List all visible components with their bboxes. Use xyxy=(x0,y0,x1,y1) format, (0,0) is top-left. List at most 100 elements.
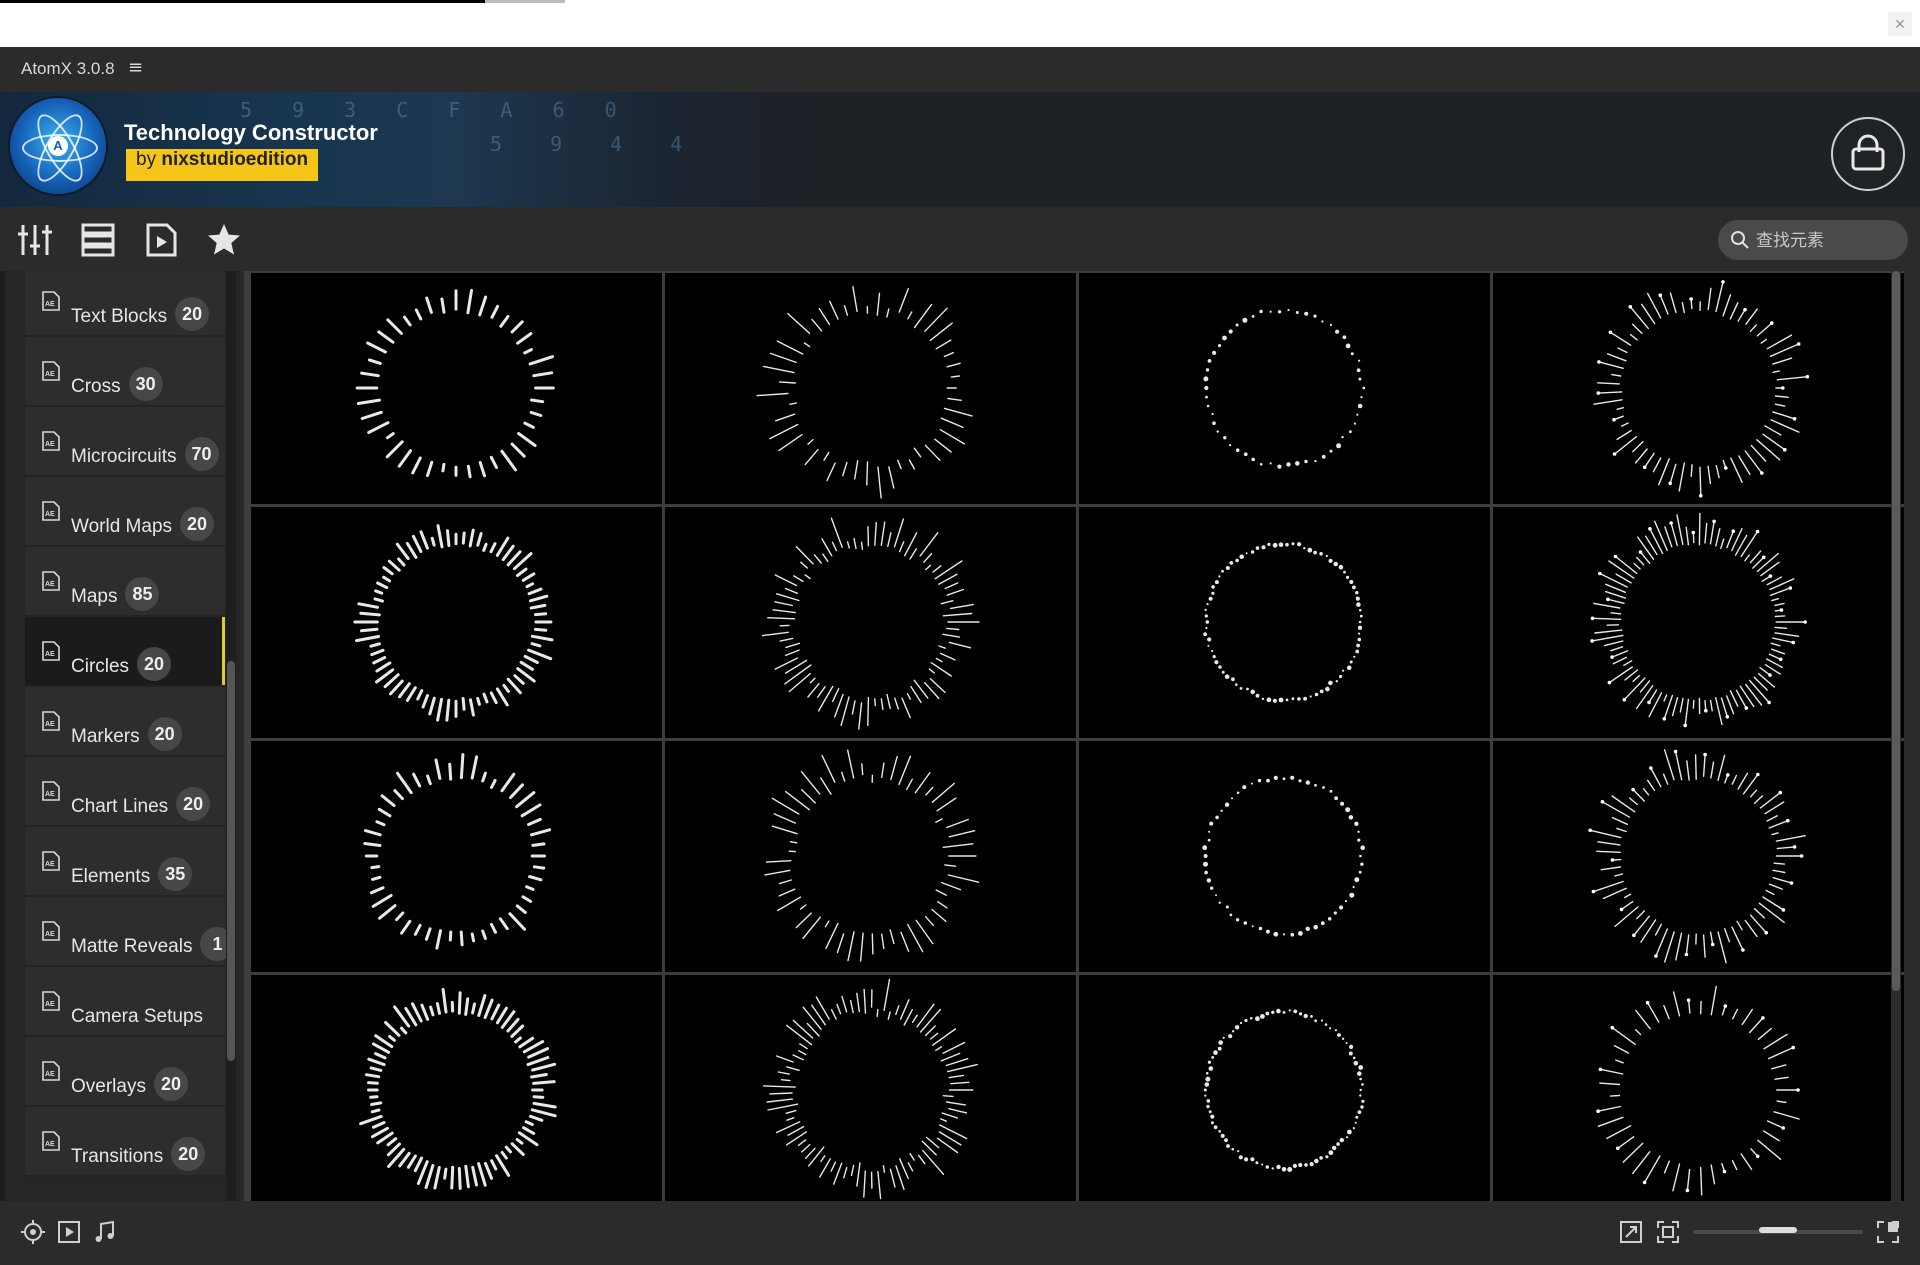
sliders-icon[interactable] xyxy=(17,222,53,258)
banner-decor-digits: 5 9 3 C F A 6 0 xyxy=(240,98,631,122)
sidebar-item-world-maps[interactable]: AE World Maps 20 xyxy=(25,477,225,547)
preview-tile[interactable] xyxy=(665,975,1076,1201)
target-view-icon[interactable] xyxy=(20,1219,46,1245)
ae-file-icon: AE xyxy=(42,1131,60,1151)
sidebar-item-label: Overlays xyxy=(71,1076,146,1097)
author-tag[interactable]: by nixstudioedition xyxy=(126,149,319,181)
sidebar-item-maps[interactable]: AE Maps 85 xyxy=(25,547,225,617)
preview-tile[interactable] xyxy=(1079,975,1490,1201)
preview-tile[interactable] xyxy=(1493,273,1904,504)
sidebar-item-text-blocks[interactable]: AE Text Blocks 20 xyxy=(25,271,225,337)
sidebar-item-microcircuits[interactable]: AE Microcircuits 70 xyxy=(25,407,225,477)
grid-scrollbar[interactable] xyxy=(1891,271,1901,1201)
preview-tile[interactable] xyxy=(665,507,1076,738)
sidebar-scroll-thumb[interactable] xyxy=(227,661,235,1061)
count-badge: 20 xyxy=(171,1137,206,1171)
circle-element-thumbnail xyxy=(764,749,980,962)
loading-bar xyxy=(0,0,485,3)
preview-tile[interactable] xyxy=(1079,507,1490,738)
sidebar-item-transitions[interactable]: AE Transitions 20 xyxy=(25,1107,225,1177)
svg-text:AE: AE xyxy=(45,301,55,308)
ae-file-icon: AE xyxy=(42,1061,60,1081)
svg-text:AE: AE xyxy=(45,651,55,658)
fullscreen-icon[interactable] xyxy=(1655,1219,1681,1245)
preview-grid-area xyxy=(244,271,1904,1201)
count-badge: 20 xyxy=(176,787,211,821)
sidebar-item-label: Matte Reveals xyxy=(71,936,193,957)
circle-element-thumbnail xyxy=(1596,985,1800,1196)
sidebar-item-label: Maps xyxy=(71,586,118,607)
circle-element-thumbnail xyxy=(363,753,552,950)
circle-element-thumbnail xyxy=(1203,1008,1365,1172)
circle-element-thumbnail xyxy=(1203,542,1363,703)
sidebar-item-label: Cross xyxy=(71,376,121,397)
ae-file-icon: AE xyxy=(42,991,60,1011)
circle-element-thumbnail xyxy=(1202,775,1365,937)
loading-bar-tail xyxy=(485,0,565,3)
sidebar-item-matte-reveals[interactable]: AE Matte Reveals 1 xyxy=(25,897,235,967)
ae-file-icon: AE xyxy=(42,641,60,661)
slider-knob[interactable] xyxy=(1759,1227,1797,1233)
grid-scroll-thumb[interactable] xyxy=(1892,271,1900,991)
preview-tile[interactable] xyxy=(251,741,662,972)
thumbnail-size-slider[interactable] xyxy=(1693,1227,1863,1234)
close-icon[interactable]: ✕ xyxy=(1888,12,1912,36)
music-note-icon[interactable] xyxy=(92,1219,118,1245)
ae-file-icon: AE xyxy=(42,711,60,731)
grid-layout-icon[interactable] xyxy=(1875,1219,1901,1245)
title-bar: AtomX 3.0.8 ≡ xyxy=(0,47,1920,92)
circle-element-thumbnail xyxy=(359,988,557,1190)
svg-text:AE: AE xyxy=(45,861,55,868)
preview-tile[interactable] xyxy=(665,273,1076,504)
sidebar-item-camera-setups[interactable]: AE Camera Setups xyxy=(25,967,225,1037)
author-prefix: by xyxy=(136,149,157,170)
sidebar-item-markers[interactable]: AE Markers 20 xyxy=(25,687,225,757)
list-view-icon[interactable] xyxy=(80,222,116,258)
svg-text:AE: AE xyxy=(45,1001,55,1008)
sidebar-scrollbar[interactable] xyxy=(226,271,236,1201)
search-input[interactable] xyxy=(1754,220,1903,262)
preview-tile[interactable] xyxy=(251,273,662,504)
sidebar-item-elements[interactable]: AE Elements 35 xyxy=(25,827,225,897)
atom-core-icon: A xyxy=(48,136,68,156)
preview-tile[interactable] xyxy=(251,507,662,738)
ae-file-icon: AE xyxy=(42,921,60,941)
shop-bag-button[interactable] xyxy=(1831,117,1905,191)
sidebar-item-label: Camera Setups xyxy=(71,1006,204,1027)
svg-text:AE: AE xyxy=(45,721,55,728)
app-title: AtomX 3.0.8 xyxy=(21,59,115,78)
sidebar-item-cross[interactable]: AE Cross 30 xyxy=(25,337,225,407)
sidebar-item-label: Markers xyxy=(71,726,140,747)
count-badge: 70 xyxy=(184,437,219,471)
preview-tile[interactable] xyxy=(1079,273,1490,504)
ae-file-icon: AE xyxy=(42,431,60,451)
preview-tile[interactable] xyxy=(251,975,662,1201)
svg-text:AE: AE xyxy=(45,791,55,798)
sidebar-item-chart-lines[interactable]: AE Chart Lines 20 xyxy=(25,757,225,827)
svg-text:AE: AE xyxy=(45,441,55,448)
favorites-star-icon[interactable] xyxy=(206,222,242,258)
sidebar-item-label: World Maps xyxy=(71,516,173,537)
sidebar-item-overlays[interactable]: AE Overlays 20 xyxy=(25,1037,225,1107)
media-file-icon[interactable] xyxy=(143,222,179,258)
preview-tile[interactable] xyxy=(1493,741,1904,972)
preview-tile[interactable] xyxy=(1079,741,1490,972)
pack-banner: 5 9 3 C F A 6 0 5 9 4 4 A Technology Con… xyxy=(0,92,1920,207)
sidebar-item-label: Chart Lines xyxy=(71,796,169,817)
category-sidebar: AE Text Blocks 20 AE Cross 30 AE Microcircuits 7… xyxy=(0,271,240,1201)
svg-text:AE: AE xyxy=(45,931,55,938)
video-preview-icon[interactable] xyxy=(56,1219,82,1245)
hamburger-menu-icon[interactable]: ≡ xyxy=(128,57,143,78)
circle-element-thumbnail xyxy=(756,285,973,499)
sidebar-item-circles[interactable]: AE Circles 20 xyxy=(25,617,225,687)
search-icon xyxy=(1731,231,1749,249)
circle-element-thumbnail xyxy=(761,517,980,730)
preview-grid xyxy=(251,273,1904,1201)
count-badge: 20 xyxy=(137,647,172,681)
preview-tile[interactable] xyxy=(1493,507,1904,738)
ae-file-icon: AE xyxy=(42,851,60,871)
search-box[interactable] xyxy=(1718,220,1908,262)
preview-tile[interactable] xyxy=(665,741,1076,972)
fit-to-frame-icon[interactable] xyxy=(1618,1219,1644,1245)
preview-tile[interactable] xyxy=(1493,975,1904,1201)
